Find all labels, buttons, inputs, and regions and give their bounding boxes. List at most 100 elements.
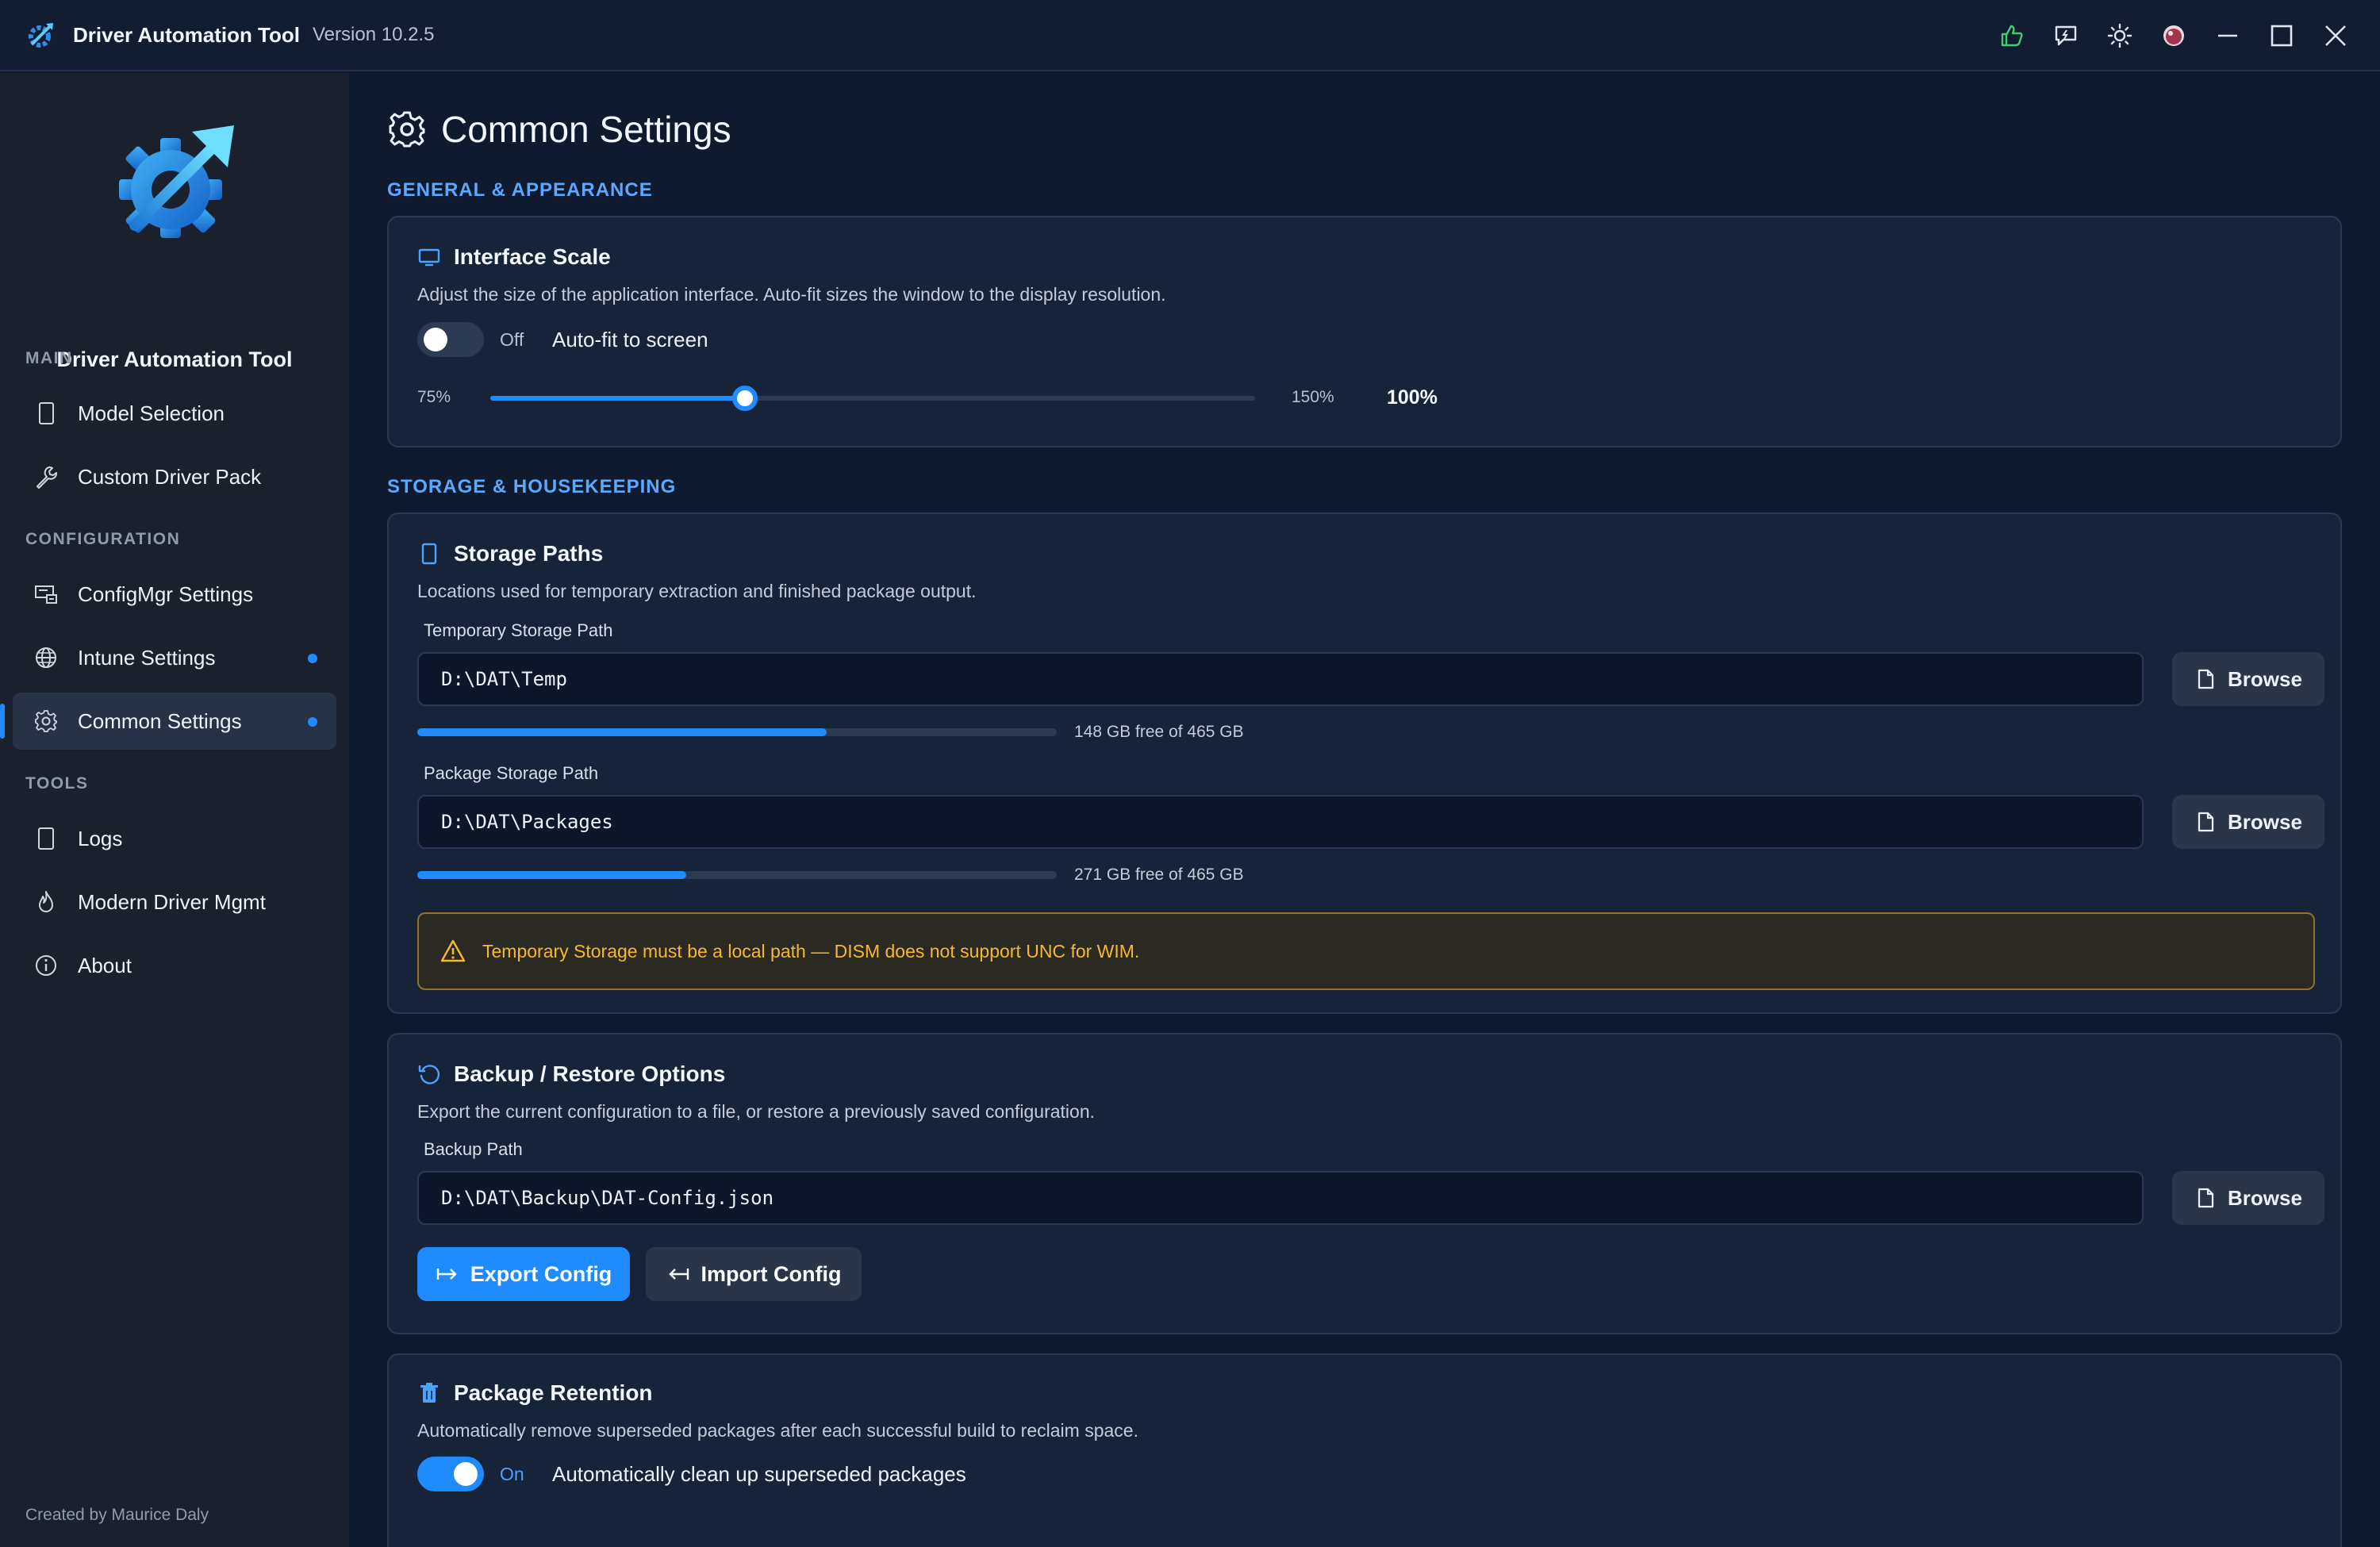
card-title: Package Retention: [417, 1380, 653, 1406]
avatar-icon: [2163, 25, 2184, 46]
package-browse-button[interactable]: Browse: [2172, 795, 2324, 849]
monitor-icon: [418, 248, 440, 267]
arrow-left-from-icon: [668, 1269, 689, 1280]
sidebar-item-label: Logs: [78, 826, 123, 850]
maximize-icon: [2271, 25, 2293, 47]
section-heading-storage: STORAGE & HOUSEKEEPING: [387, 476, 677, 497]
backup-restore-card: Backup / Restore Options Export the curr…: [387, 1033, 2342, 1334]
app-logo-icon: [29, 23, 53, 48]
package-path-label: Package Storage Path: [424, 763, 599, 783]
card-title: Backup / Restore Options: [417, 1061, 725, 1087]
server-icon: [32, 580, 60, 608]
backup-path-input[interactable]: D:\DAT\Backup\DAT-Config.json: [417, 1171, 2144, 1225]
sidebar: Driver Automation Tool MAIN Model Select…: [0, 73, 349, 1547]
sidebar-item-model-selection[interactable]: Model Selection: [13, 385, 336, 442]
auto-fit-toggle[interactable]: [417, 322, 484, 357]
card-description: Locations used for temporary extraction …: [417, 581, 977, 601]
temp-disk-usage-bar: [417, 728, 1057, 736]
card-title: Storage Paths: [417, 541, 603, 566]
close-icon: [2325, 25, 2346, 46]
title-bar: Driver Automation Tool Version 10.2.5: [0, 0, 2380, 71]
tablet-icon: [421, 543, 437, 565]
thumbs-up-button[interactable]: [1985, 0, 2039, 71]
flame-icon: [32, 888, 60, 916]
sidebar-section-tools: TOOLS: [25, 774, 89, 793]
sidebar-item-label: Model Selection: [78, 401, 225, 425]
auto-cleanup-toggle[interactable]: [417, 1457, 484, 1491]
minimize-icon: [2218, 34, 2237, 37]
package-path-input[interactable]: D:\DAT\Packages: [417, 795, 2144, 849]
unc-warning-banner: Temporary Storage must be a local path —…: [417, 912, 2315, 990]
sidebar-item-label: Common Settings: [78, 708, 242, 733]
feedback-button[interactable]: [2039, 0, 2093, 71]
minimize-button[interactable]: [2201, 0, 2255, 71]
sidebar-section-main: MAIN: [25, 349, 73, 367]
gear-icon: [32, 707, 60, 735]
sidebar-item-label: Modern Driver Mgmt: [78, 889, 266, 914]
wrench-icon: [32, 463, 60, 491]
file-icon: [2198, 1188, 2214, 1208]
main-content[interactable]: Common Settings GENERAL & APPEARANCE Int…: [349, 73, 2380, 1547]
sidebar-credit: Created by Maurice Daly: [25, 1506, 209, 1524]
export-config-button[interactable]: Export Config: [417, 1247, 630, 1301]
arrow-right-to-icon: [436, 1269, 457, 1280]
maximize-button[interactable]: [2255, 0, 2309, 71]
backup-path-label: Backup Path: [424, 1139, 523, 1159]
file-icon: [2198, 669, 2214, 689]
slider-max-label: 150%: [1292, 388, 1334, 406]
gear-icon: [389, 111, 425, 148]
backup-browse-button[interactable]: Browse: [2172, 1171, 2324, 1225]
slider-value: 100%: [1387, 386, 1438, 409]
card-title-text: Storage Paths: [454, 541, 604, 566]
globe-icon: [32, 643, 60, 672]
warning-text: Temporary Storage must be a local path —…: [482, 940, 1140, 962]
theme-toggle-button[interactable]: [2093, 0, 2147, 71]
unsaved-indicator-dot: [308, 654, 317, 663]
temp-browse-button[interactable]: Browse: [2172, 652, 2324, 706]
import-label: Import Config: [701, 1261, 842, 1286]
sidebar-item-label: Intune Settings: [78, 645, 216, 670]
import-config-button[interactable]: Import Config: [646, 1247, 862, 1301]
sidebar-item-label: ConfigMgr Settings: [78, 582, 254, 606]
card-title-text: Backup / Restore Options: [454, 1061, 726, 1086]
browse-label: Browse: [2228, 809, 2302, 834]
usage-fill: [417, 871, 686, 879]
card-title: Interface Scale: [417, 244, 611, 270]
package-retention-card: Package Retention Automatically remove s…: [387, 1353, 2342, 1547]
sidebar-item-intune-settings[interactable]: Intune Settings: [13, 629, 336, 686]
sidebar-item-logs[interactable]: Logs: [13, 810, 336, 867]
export-label: Export Config: [470, 1261, 612, 1286]
card-description: Adjust the size of the application inter…: [417, 284, 1166, 305]
avatar-button[interactable]: [2147, 0, 2201, 71]
package-disk-usage-text: 271 GB free of 465 GB: [1074, 866, 1244, 884]
sidebar-item-modern-driver-mgmt[interactable]: Modern Driver Mgmt: [13, 873, 336, 931]
thumbs-up-icon: [2001, 25, 2023, 47]
card-description: Export the current configuration to a fi…: [417, 1101, 1096, 1122]
page-title-text: Common Settings: [441, 109, 731, 150]
feedback-icon: [2055, 25, 2077, 46]
toggle-state-text: On: [500, 1464, 524, 1484]
sidebar-item-configmgr-settings[interactable]: ConfigMgr Settings: [13, 566, 336, 623]
toggle-knob: [454, 1462, 478, 1486]
tablet-icon: [32, 399, 60, 428]
storage-paths-card: Storage Paths Locations used for tempora…: [387, 512, 2342, 1014]
slider-fill: [490, 396, 745, 401]
browse-label: Browse: [2228, 666, 2302, 691]
document-icon: [32, 824, 60, 853]
temp-path-input[interactable]: D:\DAT\Temp: [417, 652, 2144, 706]
section-heading-general: GENERAL & APPEARANCE: [387, 179, 653, 201]
toggle-knob: [424, 328, 447, 351]
app-logo-large-icon: [119, 125, 234, 238]
close-button[interactable]: [2309, 0, 2363, 71]
sidebar-item-about[interactable]: About: [13, 937, 336, 994]
sidebar-item-common-settings[interactable]: Common Settings: [0, 693, 336, 750]
scale-slider[interactable]: [490, 386, 1255, 411]
browse-label: Browse: [2228, 1185, 2302, 1210]
sidebar-item-label: About: [78, 953, 132, 977]
slider-min-label: 75%: [417, 388, 451, 406]
sidebar-item-custom-driver-pack[interactable]: Custom Driver Pack: [13, 448, 336, 505]
unsaved-indicator-dot: [308, 717, 317, 727]
slider-thumb[interactable]: [732, 386, 758, 411]
page-title: Common Settings: [387, 108, 731, 151]
toggle-state-text: Off: [500, 329, 524, 350]
